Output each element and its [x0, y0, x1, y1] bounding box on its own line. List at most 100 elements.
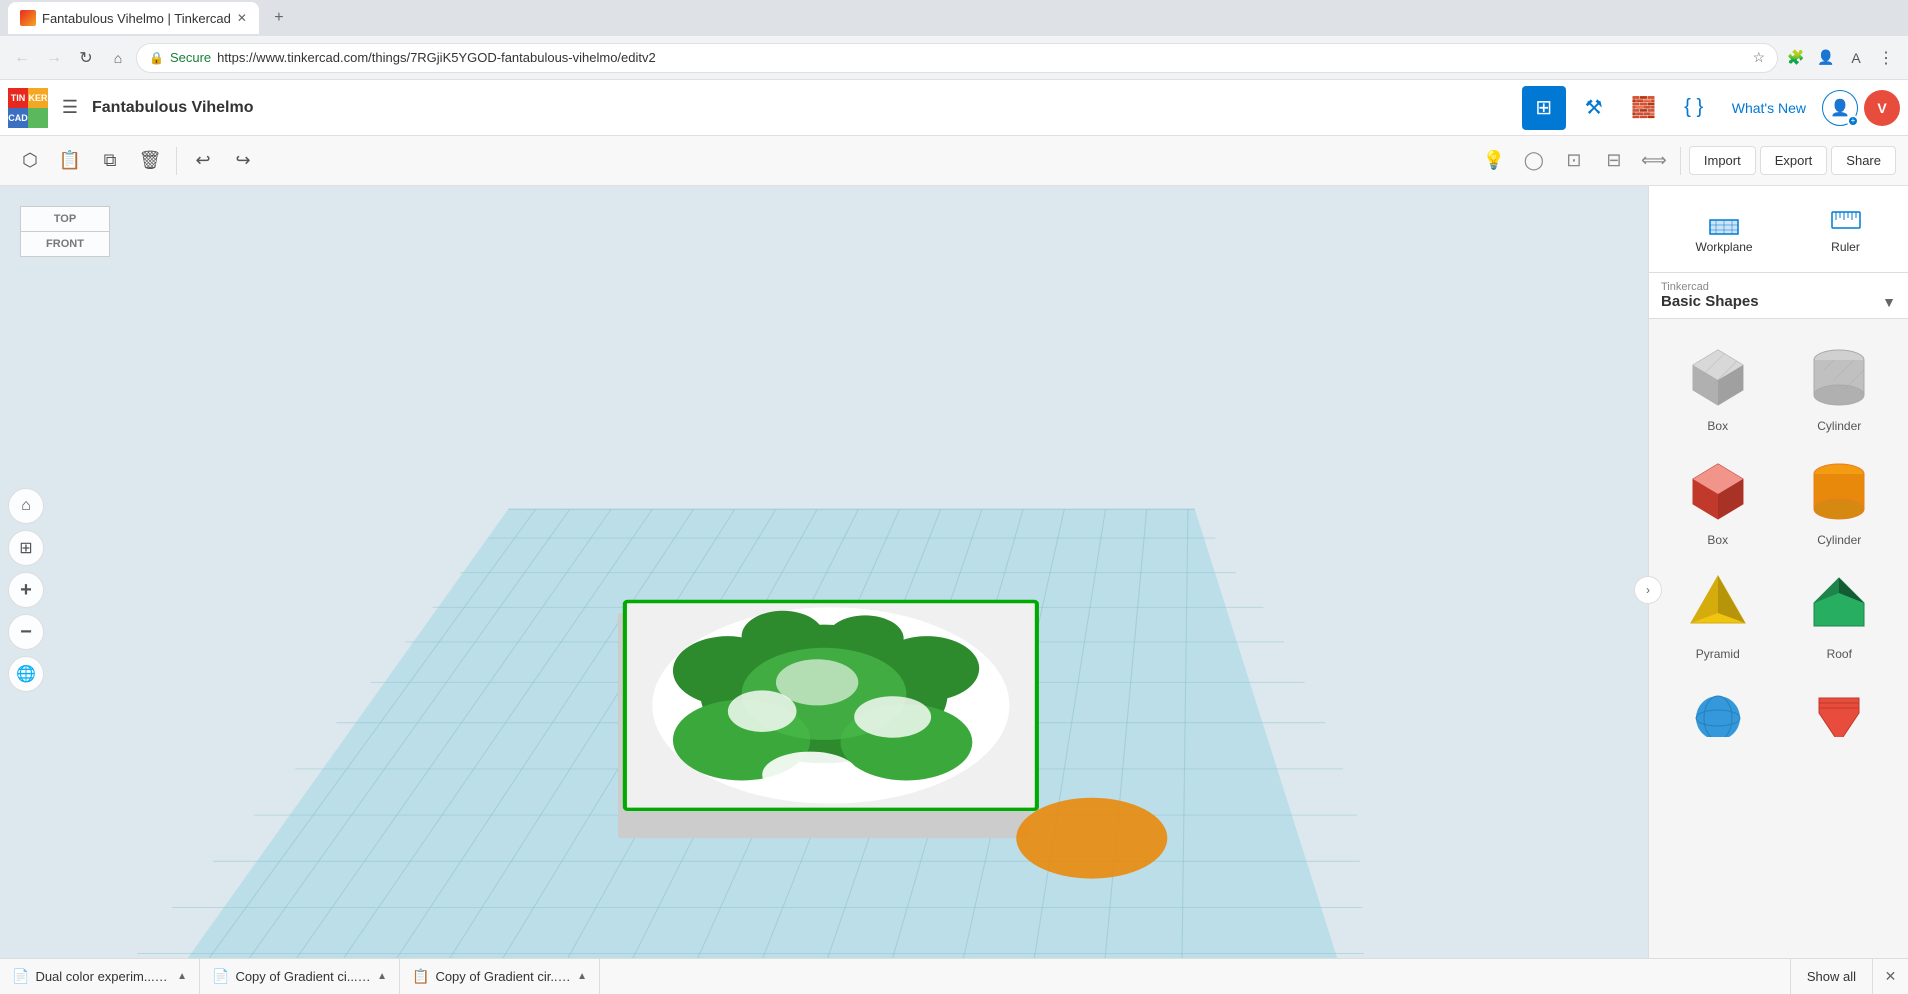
home-button[interactable]: ⌂: [104, 44, 132, 72]
bookmark-icon[interactable]: ☆: [1752, 49, 1765, 66]
shape-cylinder-gray[interactable]: Cylinder: [1783, 331, 1897, 437]
browser-toolbar: ← → ↻ ⌂ 🔒 Secure https://www.tinkercad.c…: [0, 36, 1908, 80]
panel-top-actions: Workplane Ruler: [1649, 186, 1908, 273]
shape-box-red-icon: [1678, 449, 1758, 529]
downloads-close-button[interactable]: ✕: [1872, 959, 1908, 994]
fit-button[interactable]: ⊡: [1556, 143, 1592, 179]
secure-label: Secure: [170, 50, 211, 65]
add-user-button[interactable]: 👤+: [1822, 90, 1858, 126]
more-btn[interactable]: ⋮: [1872, 44, 1900, 72]
address-bar[interactable]: 🔒 Secure https://www.tinkercad.com/thing…: [136, 43, 1778, 73]
whats-new-button[interactable]: What's New: [1722, 94, 1816, 122]
ruler-button[interactable]: Ruler: [1814, 198, 1878, 260]
delete-button[interactable]: 🗑: [132, 143, 168, 179]
app-toolbar: ⬡ 📋 ⧉ 🗑 ↩ ↪ 💡 ◯ ⊡ ⊟ ⟺ Import Export Shar…: [0, 136, 1908, 186]
view-button[interactable]: ◯: [1516, 143, 1552, 179]
ruler-label: Ruler: [1831, 240, 1860, 254]
paste-button[interactable]: 📋: [52, 143, 88, 179]
download-icon-1: 📄: [12, 968, 29, 985]
redo-button[interactable]: ↪: [225, 143, 261, 179]
browser-chrome: Fantabulous Vihelmo | Tinkercad ✕ + ← → …: [0, 0, 1908, 80]
profile-btn[interactable]: 👤: [1812, 44, 1840, 72]
shape-cylinder-orange-icon: [1799, 449, 1879, 529]
url-text: https://www.tinkercad.com/things/7RGjiK5…: [217, 50, 656, 65]
show-all-button[interactable]: Show all: [1790, 959, 1872, 994]
ruler-icon: [1830, 204, 1862, 236]
shape-cylinder-gray-icon: [1799, 335, 1879, 415]
copy-paste-button[interactable]: ⬡: [12, 143, 48, 179]
user-avatar[interactable]: V: [1864, 90, 1900, 126]
align-button[interactable]: ⊟: [1596, 143, 1632, 179]
main-area: Workplane: [0, 186, 1908, 994]
duplicate-button[interactable]: ⧉: [92, 143, 128, 179]
view-cube[interactable]: TOP FRONT: [20, 206, 110, 271]
home-view-button[interactable]: ⌂: [8, 488, 44, 524]
shape-box-gray-label: Box: [1707, 419, 1728, 433]
download-item-3[interactable]: 📋 Copy of Gradient cir...... ▲: [400, 959, 600, 994]
downloads-bar: 📄 Dual color experim....zip ▲ 📄 Copy of …: [0, 958, 1908, 994]
shape-roof-label: Roof: [1827, 647, 1852, 661]
share-button[interactable]: Share: [1831, 146, 1896, 175]
view-cube-top[interactable]: TOP: [20, 206, 110, 232]
shape-cylinder-orange-label: Cylinder: [1817, 533, 1861, 547]
tab-close-icon[interactable]: ✕: [237, 11, 247, 25]
shape-roof-green[interactable]: Roof: [1783, 559, 1897, 665]
active-tab[interactable]: Fantabulous Vihelmo | Tinkercad ✕: [8, 2, 259, 34]
import-button[interactable]: Import: [1689, 146, 1756, 175]
orientation-button[interactable]: 🌐: [8, 656, 44, 692]
download-icon-2: 📄: [212, 968, 229, 985]
shape-sphere-blue[interactable]: [1661, 689, 1775, 737]
download-item-1[interactable]: 📄 Dual color experim....zip ▲: [0, 959, 200, 994]
shape-pyramid-yellow[interactable]: Pyramid: [1661, 559, 1775, 665]
code-button[interactable]: { }: [1672, 86, 1716, 130]
export-button[interactable]: Export: [1760, 146, 1828, 175]
tinkercad-logo[interactable]: TIN KER CAD: [8, 88, 48, 128]
mirror-button[interactable]: ⟺: [1636, 143, 1672, 179]
zoom-out-button[interactable]: −: [8, 614, 44, 650]
grid-view-button[interactable]: ⊞: [1522, 86, 1566, 130]
forward-button[interactable]: →: [40, 44, 68, 72]
amazon-btn[interactable]: A: [1842, 44, 1870, 72]
app-container: TIN KER CAD ☰ Fantabulous Vihelmo ⊞ ⚒ 🧱 …: [0, 80, 1908, 994]
download-name-3: Copy of Gradient cir......: [435, 969, 571, 984]
panel-collapse-button[interactable]: ›: [1634, 576, 1662, 604]
shape-screw-red[interactable]: [1783, 689, 1897, 737]
back-button[interactable]: ←: [8, 44, 36, 72]
shape-box-red-label: Box: [1707, 533, 1728, 547]
view-cube-front[interactable]: FRONT: [20, 232, 110, 257]
shapes-dropdown[interactable]: Tinkercad Basic Shapes ▼: [1649, 273, 1908, 319]
shape-box-red[interactable]: Box: [1661, 445, 1775, 551]
tab-favicon: [20, 10, 36, 26]
shape-box-gray[interactable]: Box: [1661, 331, 1775, 437]
right-panel-wrapper: ›: [1648, 186, 1908, 994]
download-chevron-1: ▲: [177, 971, 187, 982]
shape-box-gray-icon: [1678, 335, 1758, 415]
shape-pyramid-yellow-icon: [1678, 563, 1758, 643]
new-tab-btn[interactable]: +: [265, 4, 293, 32]
viewport-left-controls: ⌂ ⊞ + − 🌐: [8, 488, 44, 692]
blocks-button[interactable]: 🧱: [1622, 86, 1666, 130]
category-label: Tinkercad: [1661, 281, 1896, 293]
shape-cylinder-gray-label: Cylinder: [1817, 419, 1861, 433]
viewport-3d[interactable]: Workplane: [0, 186, 1648, 994]
workplane-button[interactable]: Workplane: [1679, 198, 1768, 260]
dropdown-chevron-icon: ▼: [1882, 294, 1896, 310]
shapes-label: Basic Shapes: [1661, 293, 1759, 310]
extensions-btn[interactable]: 🧩: [1782, 44, 1810, 72]
shape-roof-green-icon: [1799, 563, 1879, 643]
reload-button[interactable]: ↻: [72, 44, 100, 72]
shapes-grid-bottom: [1649, 677, 1908, 737]
download-item-2[interactable]: 📄 Copy of Gradient ci....zip ▲: [200, 959, 400, 994]
tools-button[interactable]: ⚒: [1572, 86, 1616, 130]
menu-button[interactable]: ☰: [54, 92, 86, 124]
download-chevron-3: ▲: [577, 971, 587, 982]
tab-bar: Fantabulous Vihelmo | Tinkercad ✕ +: [0, 0, 1908, 36]
fit-view-button[interactable]: ⊞: [8, 530, 44, 566]
light-button[interactable]: 💡: [1476, 143, 1512, 179]
undo-button[interactable]: ↩: [185, 143, 221, 179]
zoom-in-button[interactable]: +: [8, 572, 44, 608]
workplane-icon: [1708, 204, 1740, 236]
download-name-2: Copy of Gradient ci....zip: [235, 969, 371, 984]
shape-cylinder-orange[interactable]: Cylinder: [1783, 445, 1897, 551]
workplane-grid: Workplane: [0, 186, 1648, 994]
